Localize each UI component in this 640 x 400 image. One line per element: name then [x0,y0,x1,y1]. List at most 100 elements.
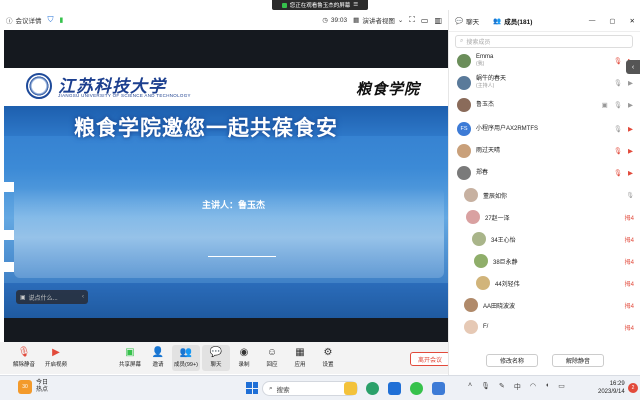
member-row[interactable]: 鲁玉杰 ▣ 🎙 ▶ [449,96,640,114]
unmute-all-button[interactable]: 解除静音 [552,353,604,367]
signal-icon[interactable]: ▮ [60,16,64,24]
floating-member-row[interactable]: 34王心怡 拇4 [466,230,640,248]
reaction-icon: ☺ [266,347,278,358]
stylus-icon[interactable]: ✎ [499,382,505,392]
banner-text: 您正在观看鲁玉杰的屏幕 [289,3,351,9]
unmute-button[interactable]: 🎙 解除静音 [10,347,38,369]
mic-muted-icon: 🎙 [17,347,31,358]
member-row[interactable]: FS 小程序用户AX2RMTFS 🎙 ▶ [449,120,640,138]
member-row[interactable]: 雨过天晴 🎙 ▶ [449,142,640,160]
avatar: FS [457,122,471,136]
member-row[interactable]: Emma(我) 🎙▶ [449,52,640,70]
avatar [464,298,478,312]
view-mode-button[interactable]: ▦ 演讲者视图 ⌄ [353,15,403,25]
settings-button[interactable]: ⚙ 设置 [314,348,342,369]
edge-browser-icon[interactable] [366,382,379,395]
screen-share-banner[interactable]: 您正在观看鲁玉杰的屏幕 ☰ [272,0,368,10]
mic-muted-badge[interactable]: 拇4 [625,323,634,332]
meeting-info-button[interactable]: ⓘ 会议详情 [6,15,42,25]
mic-muted-badge[interactable]: 拇4 [625,213,634,222]
mic-icon[interactable]: 🎙 [614,79,622,87]
mic-muted-badge[interactable]: 拇4 [625,235,634,244]
minimize-icon[interactable]: — [589,17,596,24]
chat-quick-input[interactable]: ▣ 说点什么... ‹ [16,290,88,304]
share-screen-icon: ▣ [125,347,135,358]
floating-member-row[interactable]: 27赵一泽 拇4 [460,208,640,226]
mic-muted-badge[interactable]: 拇4 [625,279,634,288]
layout-icon[interactable]: ▥ [434,16,442,25]
taskbar-search-label: 搜索 [276,386,290,394]
wechat-icon[interactable] [410,382,423,395]
mic-muted-icon[interactable]: 🎙 [614,147,622,155]
mic-muted-icon[interactable]: 🎙 [614,57,622,65]
avatar [464,188,478,202]
member-row[interactable]: 郑春 🎙 ▶ [449,164,640,182]
avatar [457,76,471,90]
mic-muted-badge[interactable]: 拇4 [625,257,634,266]
invite-button[interactable]: 👤 邀请 [144,348,172,369]
floating-member-row[interactable]: 38巨永静 拇4 [468,252,640,270]
avatar [466,210,480,224]
camera-off-icon[interactable]: ▶ [628,125,633,133]
member-row[interactable]: 蜗牛的春天 (主持人) 🎙 ▶ [449,74,640,92]
wifi-icon[interactable]: ◠ [530,382,536,392]
camera-icon[interactable]: ▶ [628,79,633,87]
pip-icon[interactable]: ▭ [421,16,429,25]
clock-icon: ◷ [322,17,328,24]
left-edge-fragment [0,182,14,192]
toolbar-label: 成员(99+) [174,362,198,368]
camera-icon[interactable]: ▶ [628,101,633,109]
mic-icon[interactable]: 🎙 [626,192,634,199]
clock-date: 2023/9/14 [598,389,625,395]
windows-start-icon[interactable] [246,382,258,394]
chevron-down-icon: ⌄ [397,17,404,24]
chat-input-placeholder: 说点什么... [28,295,58,302]
ime-icon[interactable]: 中 [514,382,521,392]
volume-icon[interactable]: ◖ [545,382,549,392]
battery-icon[interactable]: ▭ [558,382,565,392]
mic-icon[interactable]: 🎙 [614,125,622,133]
notification-badge[interactable]: 2 [628,383,638,393]
members-button[interactable]: 👥 成员(99+) [172,345,200,371]
floating-member-row[interactable]: AA田晓波波 拇4 [458,296,640,314]
meeting-app-icon[interactable] [432,382,445,395]
toolbar-label: 共享屏幕 [118,362,141,368]
close-icon[interactable]: ✕ [630,17,635,25]
mic-muted-icon[interactable]: 🎙 [614,169,622,177]
chevron-up-icon[interactable]: ˄ [468,382,472,392]
banner-menu-icon[interactable]: ☰ [353,2,358,8]
mic-icon[interactable]: 🎙 [614,101,622,109]
chat-button[interactable]: 💬 聊天 [202,345,230,371]
fullscreen-icon[interactable]: ⛶ [409,15,415,25]
record-button[interactable]: ◉ 录制 [230,348,258,369]
floating-member-row[interactable]: 董辰如你 🎙 [458,186,640,204]
file-explorer-icon[interactable] [344,382,357,395]
maximize-icon[interactable]: ▢ [609,17,615,25]
weather-widget[interactable]: 30 今日 热点 [18,380,48,394]
reaction-button[interactable]: ☺ 回应 [258,347,286,369]
apps-button[interactable]: ▦ 应用 [286,348,314,369]
member-role: (主持人) [476,83,495,89]
store-icon[interactable] [388,382,401,395]
share-screen-button[interactable]: ▣ 共享屏幕 [116,347,144,369]
member-search-input[interactable]: ⌕ 搜索成员 [455,35,633,48]
weather-icon: 30 [18,380,32,394]
member-name: 小程序用户AX2RMTFS [476,125,539,132]
screen-share-icon: ▣ [601,102,608,109]
tab-members[interactable]: 👥 成员(181) [493,16,532,26]
camera-off-icon[interactable]: ▶ [628,169,633,177]
tab-members-label: 成员(181) [504,18,533,26]
taskbar-clock[interactable]: 16:29 2023/9/14 [598,380,625,396]
chevron-left-icon[interactable]: ‹ [82,294,84,300]
floating-member-row[interactable]: F/ 拇4 [458,318,640,336]
leave-meeting-button[interactable]: 离开会议 [410,352,450,366]
expand-sidebar-button[interactable]: ‹ [626,60,640,74]
mic-icon[interactable]: 🎙 [481,382,490,392]
floating-member-row[interactable]: 44刘轻伟 拇4 [470,274,640,292]
camera-off-icon[interactable]: ▶ [628,147,633,155]
start-video-button[interactable]: ▶ 开启视频 [42,348,70,369]
tab-chat[interactable]: 💬 聊天 [455,16,479,26]
mic-muted-badge[interactable]: 拇4 [625,301,634,310]
rename-button[interactable]: 修改名称 [486,353,538,367]
shield-icon[interactable]: ⛉ [48,15,54,25]
